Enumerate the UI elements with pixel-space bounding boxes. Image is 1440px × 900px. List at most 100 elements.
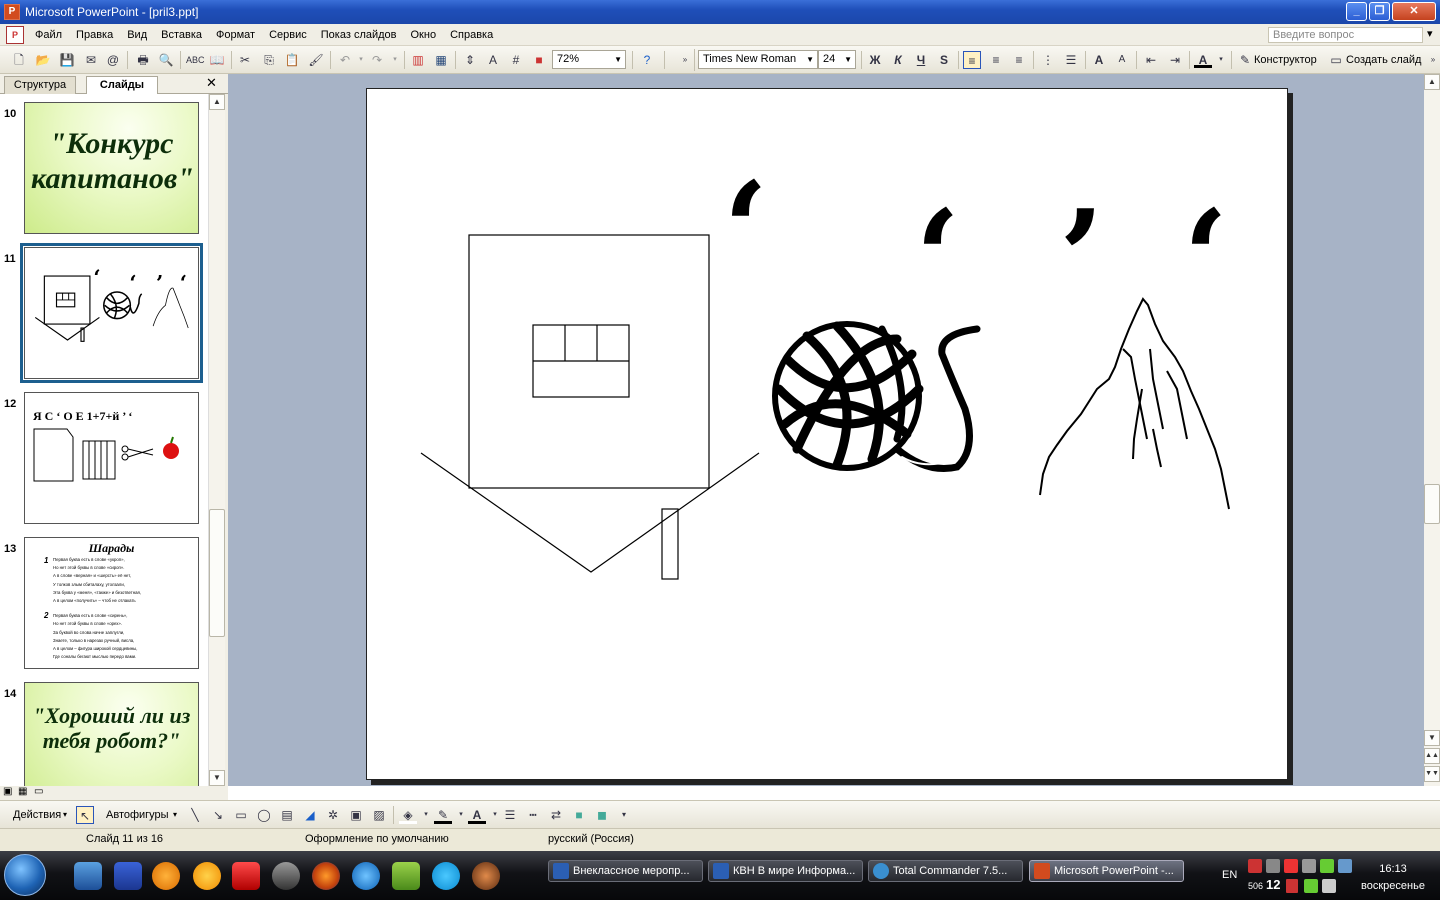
media-player-icon[interactable] — [193, 862, 221, 890]
underline-button[interactable]: Ч — [912, 51, 930, 69]
fill-dropdown-icon[interactable]: ▾ — [417, 806, 435, 824]
menu-window[interactable]: Окно — [404, 29, 444, 41]
permission-icon[interactable]: ✉ — [82, 51, 100, 69]
italic-button[interactable]: К — [889, 51, 907, 69]
nero-icon[interactable] — [152, 862, 180, 890]
menu-file[interactable]: Файл — [28, 29, 69, 41]
color-grayscale-icon[interactable]: ■ — [530, 51, 548, 69]
font-select[interactable]: Times New Roman ▼ — [698, 50, 818, 69]
save-disk-icon[interactable] — [114, 862, 142, 890]
current-slide[interactable]: ‘ ‘ ’ ‘ — [366, 88, 1288, 780]
slide-thumbnail-11[interactable]: ‘ ‘ ’ ‘ — [20, 243, 203, 383]
align-right-icon[interactable]: ≡ — [1010, 51, 1028, 69]
designer-icon[interactable]: ✎ — [1236, 51, 1254, 69]
decrease-indent-icon[interactable]: ⇤ — [1142, 51, 1160, 69]
align-left-icon[interactable]: ≡ — [963, 51, 981, 69]
language-button[interactable]: EN — [1222, 869, 1237, 881]
task-button-powerpoint[interactable]: Microsoft PowerPoint -... — [1029, 860, 1184, 882]
menu-edit[interactable]: Правка — [69, 29, 120, 41]
tab-slides[interactable]: Слайды — [86, 76, 158, 94]
internet-explorer-icon[interactable] — [352, 862, 380, 890]
numbering-icon[interactable]: ⋮ — [1039, 51, 1057, 69]
scroll-down-icon[interactable]: ▼ — [1424, 730, 1440, 746]
scroll-thumb[interactable] — [209, 509, 225, 637]
safe-remove-tray-icon[interactable] — [1322, 879, 1336, 893]
zoom-select[interactable]: 72% ▼ — [552, 50, 626, 69]
redo-dropdown-icon[interactable]: ▾ — [386, 51, 404, 69]
research-icon[interactable]: 📖 — [208, 51, 226, 69]
normal-view-icon[interactable]: ▣ — [3, 786, 12, 797]
shadow-button[interactable]: S — [935, 51, 953, 69]
slide-thumbnail-12[interactable]: Я С ‘ О Е 1+7+й ’ ‘ — [24, 392, 199, 524]
next-slide-icon[interactable]: ▼▼ — [1424, 766, 1440, 782]
battery-tray-icon[interactable] — [1286, 879, 1298, 893]
picture-icon[interactable]: ▨ — [370, 806, 388, 824]
chevron-down-icon[interactable]: ▾ — [63, 807, 67, 823]
power-icon[interactable] — [272, 862, 300, 890]
designer-button[interactable]: Конструктор — [1254, 52, 1317, 68]
font-color-dropdown-icon[interactable]: ▾ — [1212, 51, 1230, 69]
rectangle-icon[interactable]: ▭ — [232, 806, 250, 824]
menu-help[interactable]: Справка — [443, 29, 500, 41]
spelling-icon[interactable]: ABC — [186, 51, 205, 69]
shadow-style-icon[interactable]: ■ — [570, 806, 588, 824]
minimize-button[interactable]: _ — [1346, 2, 1367, 21]
new-icon[interactable]: 🗋 — [10, 51, 28, 69]
help-icon[interactable]: ? — [638, 51, 656, 69]
email-icon[interactable]: @ — [104, 51, 122, 69]
scroll-up-icon[interactable]: ▲ — [1424, 74, 1440, 90]
align-center-icon[interactable]: ≡ — [987, 51, 1005, 69]
clipart-icon[interactable]: ▣ — [347, 806, 365, 824]
bold-button[interactable]: Ж — [866, 51, 884, 69]
app-icon[interactable] — [472, 862, 500, 890]
show-grid-icon[interactable]: # — [507, 51, 525, 69]
powerpoint-app-icon[interactable]: P — [4, 4, 20, 20]
ask-question-input[interactable]: Введите вопрос — [1268, 27, 1423, 43]
format-painter-icon[interactable]: 🖌 — [307, 51, 325, 69]
restore-button[interactable]: ❐ — [1369, 2, 1390, 21]
scroll-up-icon[interactable]: ▲ — [209, 94, 225, 110]
save-icon[interactable]: 💾 — [58, 51, 76, 69]
slideshow-icon[interactable]: ▭ — [34, 786, 43, 797]
font-color-icon[interactable]: A — [1194, 51, 1212, 68]
menu-tools[interactable]: Сервис — [262, 29, 314, 41]
volume-tray-icon[interactable] — [1338, 859, 1352, 873]
start-button[interactable] — [4, 854, 46, 896]
diagram-icon[interactable]: ✲ — [324, 806, 342, 824]
3d-style-icon[interactable]: ◼ — [593, 806, 611, 824]
insert-chart-icon[interactable]: ▥ — [409, 51, 427, 69]
autoshapes-menu[interactable]: Автофигуры — [106, 807, 169, 823]
close-button[interactable]: ✕ — [1392, 2, 1436, 21]
font-size-select[interactable]: 24 ▼ — [818, 50, 856, 69]
font-color-icon[interactable]: A — [468, 806, 486, 824]
menu-view[interactable]: Вид — [120, 29, 154, 41]
show-formatting-icon[interactable]: A — [484, 51, 502, 69]
clock[interactable]: 16:13 воскресенье — [1358, 861, 1428, 895]
document-icon[interactable]: P — [6, 25, 24, 44]
cut-icon[interactable]: ✂ — [236, 51, 254, 69]
game-icon[interactable] — [392, 862, 420, 890]
antivirus-tray-icon[interactable] — [1248, 859, 1262, 873]
new-slide-button[interactable]: Создать слайд — [1346, 52, 1421, 68]
task-button-word-1[interactable]: Внеклассное меропр... — [548, 860, 703, 882]
close-pane-icon[interactable]: ✕ — [206, 75, 217, 91]
textbox-icon[interactable]: ▤ — [278, 806, 296, 824]
line-style-icon[interactable]: ☰ — [501, 806, 519, 824]
nvidia-tray-icon[interactable] — [1320, 859, 1334, 873]
firefox-icon[interactable] — [312, 862, 340, 890]
toolbar-options-icon[interactable]: » — [676, 51, 694, 69]
slide-scrollbar[interactable]: ▲ ▼ ▲▲ ▼▼ — [1424, 74, 1440, 786]
slide-thumbnail-13[interactable]: Шарады 1 2 Первая буква есть в слове «ук… — [24, 537, 199, 669]
toolbar-options-icon[interactable]: ▾ — [615, 806, 633, 824]
oval-icon[interactable]: ◯ — [255, 806, 273, 824]
actions-menu[interactable]: Действия — [13, 807, 61, 823]
bullets-icon[interactable]: ☰ — [1062, 51, 1080, 69]
print-preview-icon[interactable]: 🔍 — [157, 51, 175, 69]
scroll-thumb[interactable] — [1424, 484, 1440, 524]
line-color-icon[interactable]: ✎ — [434, 806, 452, 824]
show-desktop-icon[interactable] — [74, 862, 102, 890]
kaspersky-tray-icon[interactable] — [1284, 859, 1298, 873]
menu-slideshow[interactable]: Показ слайдов — [314, 29, 404, 41]
copy-icon[interactable]: ⎘ — [260, 51, 278, 69]
tab-outline[interactable]: Структура — [4, 76, 76, 94]
